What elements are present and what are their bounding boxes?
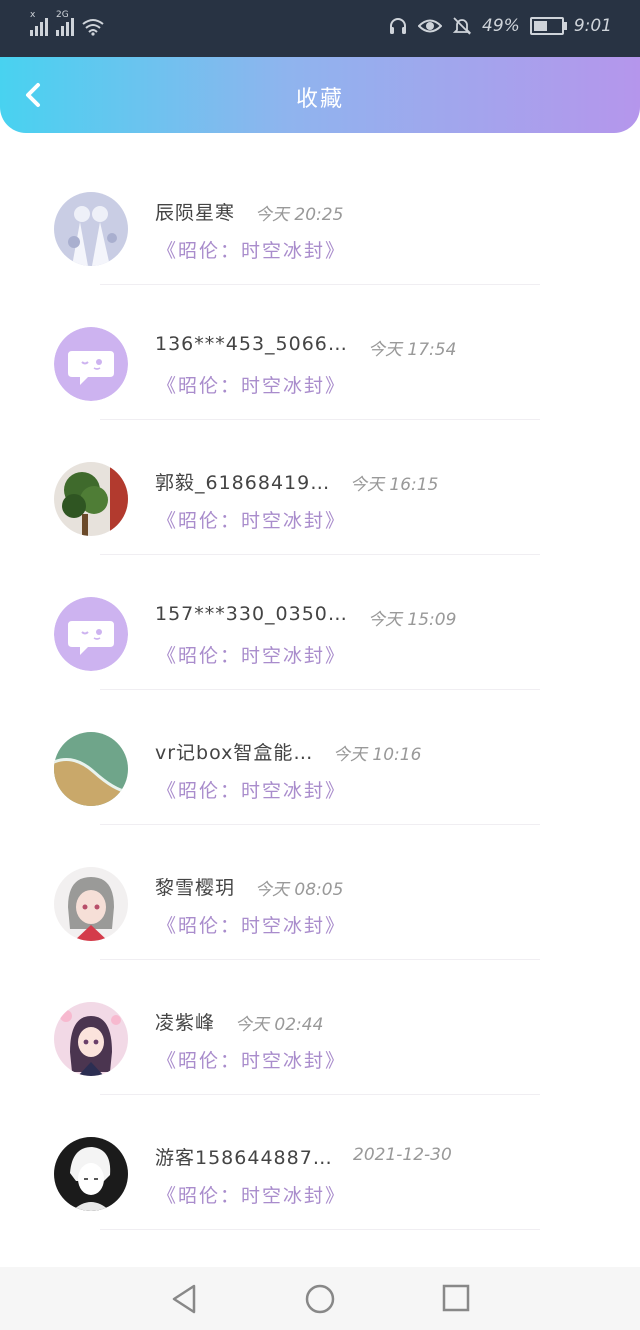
user-name: 凌紫峰 xyxy=(155,1012,216,1034)
user-name: 游客158644887… xyxy=(155,1147,333,1169)
book-title-link[interactable]: 《昭伦：时空冰封》 xyxy=(157,236,346,263)
avatar[interactable] xyxy=(54,1002,128,1076)
wifi-icon xyxy=(82,19,104,36)
system-nav-bar xyxy=(0,1267,640,1330)
nav-recents-button[interactable] xyxy=(441,1283,471,1317)
user-name: 157***330_0350… xyxy=(155,603,348,625)
eye-icon xyxy=(418,19,443,33)
page-title: 收藏 xyxy=(295,87,344,112)
triangle-back-icon xyxy=(172,1284,196,1314)
header-bar: 收藏 xyxy=(0,57,640,133)
favorite-list-item[interactable]: 游客158644887… 2021-12-30 《昭伦：时空冰封》 xyxy=(0,1095,640,1230)
favorite-list-item[interactable]: 辰陨星寒 今天 20:25 《昭伦：时空冰封》 xyxy=(0,150,640,285)
favorite-list-item[interactable]: 黎雪樱玥 今天 08:05 《昭伦：时空冰封》 xyxy=(0,825,640,960)
avatar[interactable] xyxy=(54,867,128,941)
user-name: 黎雪樱玥 xyxy=(155,877,236,899)
headphones-icon xyxy=(390,18,407,34)
book-title-link[interactable]: 《昭伦：时空冰封》 xyxy=(157,641,346,668)
book-title-link[interactable]: 《昭伦：时空冰封》 xyxy=(157,371,346,398)
battery-fill xyxy=(533,21,547,31)
avatar[interactable] xyxy=(54,1137,128,1211)
book-title-link[interactable]: 《昭伦：时空冰封》 xyxy=(157,776,346,803)
user-name: 郭毅_61868419… xyxy=(155,472,331,494)
status-bar: x 2G 49% 9:01 xyxy=(0,0,640,57)
signal-2g-icon: 2G xyxy=(56,10,74,36)
timestamp: 今天 20:25 xyxy=(255,205,344,225)
status-left: x 2G xyxy=(30,10,104,36)
timestamp: 今天 02:44 xyxy=(235,1015,324,1035)
circle-home-icon xyxy=(305,1284,335,1314)
avatar[interactable] xyxy=(54,462,128,536)
status-right: 49% 9:01 xyxy=(388,16,612,36)
book-title-link[interactable]: 《昭伦：时空冰封》 xyxy=(157,1046,346,1073)
timestamp: 今天 08:05 xyxy=(255,880,344,900)
timestamp: 今天 17:54 xyxy=(368,340,457,360)
divider xyxy=(100,1229,540,1230)
timestamp: 今天 16:15 xyxy=(350,475,439,495)
square-recents-icon xyxy=(442,1284,470,1312)
book-title-link[interactable]: 《昭伦：时空冰封》 xyxy=(157,1181,346,1208)
timestamp: 今天 15:09 xyxy=(368,610,457,630)
battery-percent: 49% xyxy=(482,16,520,36)
user-name: vr记box智盒能… xyxy=(155,742,314,764)
timestamp: 今天 10:16 xyxy=(333,745,422,765)
book-title-link[interactable]: 《昭伦：时空冰封》 xyxy=(157,506,346,533)
avatar[interactable] xyxy=(54,192,128,266)
favorite-list-item[interactable]: 郭毅_61868419… 今天 16:15 《昭伦：时空冰封》 xyxy=(0,420,640,555)
favorite-list-item[interactable]: vr记box智盒能… 今天 10:16 《昭伦：时空冰封》 xyxy=(0,690,640,825)
timestamp: 2021-12-30 xyxy=(353,1145,452,1165)
favorite-list-item[interactable]: 凌紫峰 今天 02:44 《昭伦：时空冰封》 xyxy=(0,960,640,1095)
favorite-list-item[interactable]: 136***453_5066… 今天 17:54 《昭伦：时空冰封》 xyxy=(0,285,640,420)
clock: 9:01 xyxy=(573,16,612,36)
nav-back-button[interactable] xyxy=(170,1283,198,1319)
battery-icon xyxy=(529,17,567,35)
user-name: 136***453_5066… xyxy=(155,333,348,355)
bell-muted-icon xyxy=(452,17,472,35)
favorites-list: 辰陨星寒 今天 20:25 《昭伦：时空冰封》 136***453_5066… 今天 … xyxy=(0,150,640,1230)
avatar[interactable] xyxy=(54,597,128,671)
signal-2g-tag: 2G xyxy=(56,10,69,20)
book-title-link[interactable]: 《昭伦：时空冰封》 xyxy=(157,911,346,938)
avatar[interactable] xyxy=(54,732,128,806)
nav-home-button[interactable] xyxy=(304,1283,336,1319)
signal-tag: x xyxy=(30,10,36,20)
signal-icon: x xyxy=(30,10,48,36)
avatar[interactable] xyxy=(54,327,128,401)
user-name: 辰陨星寒 xyxy=(155,202,236,224)
favorite-list-item[interactable]: 157***330_0350… 今天 15:09 《昭伦：时空冰封》 xyxy=(0,555,640,690)
